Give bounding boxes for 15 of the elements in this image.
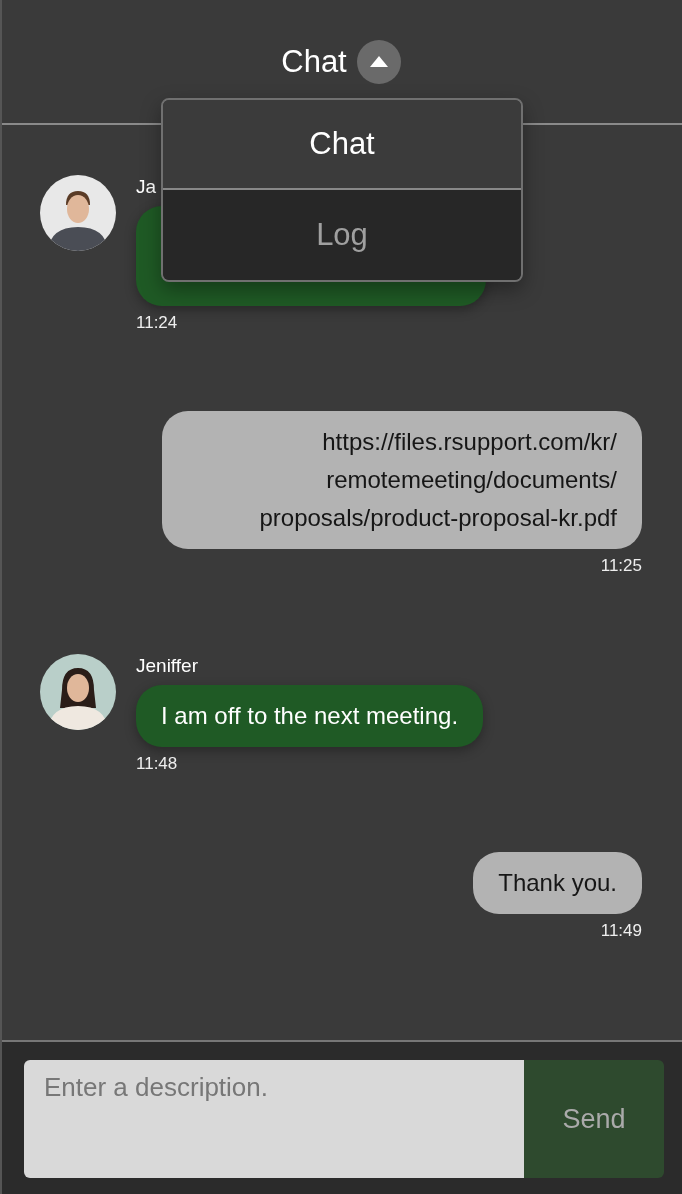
menu-item[interactable]: Chat — [163, 100, 521, 190]
collapse-icon[interactable] — [356, 39, 401, 84]
sender-name: Ja — [136, 176, 157, 198]
menu-item[interactable]: Log — [163, 190, 521, 280]
send-button[interactable]: Send — [524, 1060, 664, 1178]
message-time: 11:49 — [600, 921, 642, 941]
message-bubble: Thank you. — [473, 852, 642, 914]
message-time: 11:24 — [136, 313, 178, 333]
message-time: 11:25 — [600, 556, 642, 576]
chat-title: Chat — [281, 43, 347, 80]
message-bubble: https://files.rsupport.com/kr/ remotemeeting/documents/ proposals/product-proposal-kr.pdf — [162, 411, 642, 549]
sender-name: Jeniffer — [136, 655, 198, 677]
message-time: 11:48 — [136, 754, 178, 774]
message-bubble: I am off to the next meeting. — [136, 685, 484, 747]
message-input[interactable]: Enter a description. — [24, 1060, 524, 1178]
